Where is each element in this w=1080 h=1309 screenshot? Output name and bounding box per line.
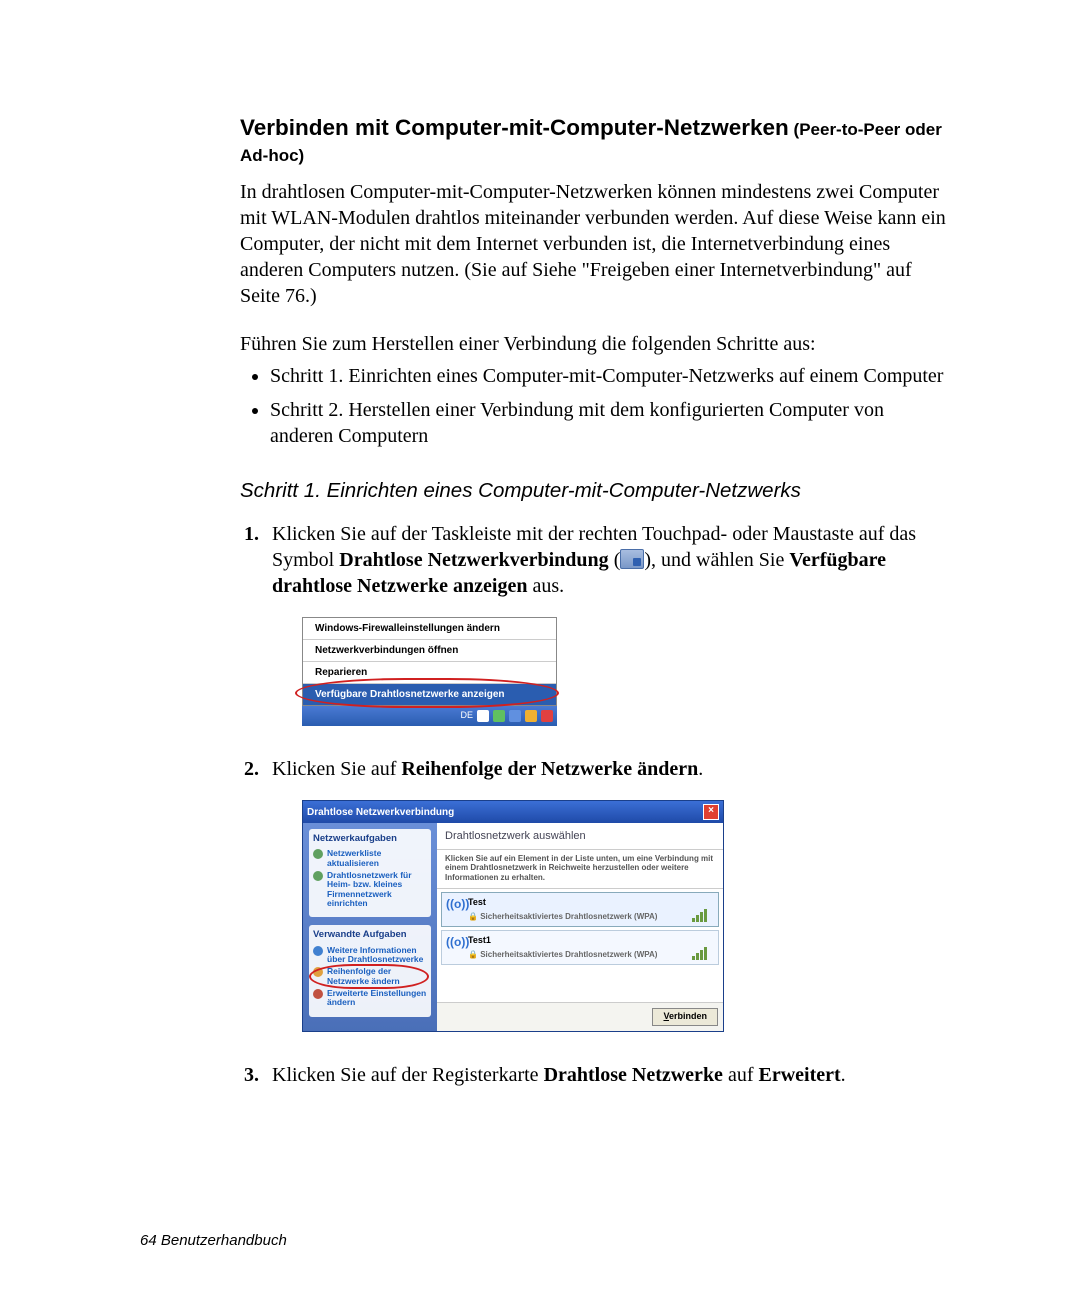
- signal-bars-icon: [692, 946, 714, 960]
- connect-button[interactable]: Verbinden: [652, 1008, 718, 1026]
- dialog-footer: Verbinden: [437, 1002, 723, 1031]
- network-icon: [313, 871, 323, 881]
- network-security: 🔒 Sicherheitsaktiviertes Drahtlosnetzwer…: [468, 950, 686, 960]
- sidebar-link-setup[interactable]: Drahtlosnetzwerk für Heim- bzw. kleines …: [313, 871, 427, 908]
- menu-item[interactable]: Windows-Firewalleinstellungen ändern: [303, 618, 556, 640]
- network-name: Test1: [468, 935, 686, 947]
- tray-icon[interactable]: [477, 710, 489, 722]
- network-list: ((o)) Test 🔒 Sicherheitsaktiviertes Drah…: [437, 889, 723, 1002]
- dialog-titlebar: Drahtlose Netzwerkverbindung ×: [303, 801, 723, 823]
- wireless-tray-icon: [620, 549, 644, 569]
- steps-list: Klicken Sie auf der Taskleiste mit der r…: [264, 521, 950, 1088]
- menu-item-highlighted[interactable]: Verfügbare Drahtlosnetzwerke anzeigen: [303, 684, 556, 705]
- dialog-title: Drahtlose Netzwerkverbindung: [307, 806, 454, 819]
- sidebar-section-title: Netzwerkaufgaben: [313, 833, 427, 845]
- section-heading: Verbinden mit Computer-mit-Computer-Netz…: [240, 115, 950, 167]
- sidebar-link-reorder[interactable]: Reihenfolge der Netzwerke ändern: [313, 967, 427, 986]
- menu-item[interactable]: Netzwerkverbindungen öffnen: [303, 640, 556, 662]
- dialog-main: Drahtlosnetzwerk auswählen Klicken Sie a…: [437, 823, 723, 1031]
- signal-bars-icon: [692, 908, 714, 922]
- bullet-item: Schritt 2. Herstellen einer Verbindung m…: [270, 397, 950, 449]
- tray-icon[interactable]: [525, 710, 537, 722]
- heading-main: Verbinden mit Computer-mit-Computer-Netz…: [240, 115, 789, 140]
- page-footer: 64 Benutzerhandbuch: [140, 1232, 287, 1249]
- step-3: Klicken Sie auf der Registerkarte Drahtl…: [264, 1062, 950, 1088]
- subsection-heading: Schritt 1. Einrichten eines Computer-mit…: [240, 479, 950, 503]
- step-2: Klicken Sie auf Reihenfolge der Netzwerk…: [264, 756, 950, 1032]
- overview-bullets: Schritt 1. Einrichten eines Computer-mit…: [270, 363, 950, 449]
- star-icon: [313, 967, 323, 977]
- network-item[interactable]: ((o)) Test1 🔒 Sicherheitsaktiviertes Dra…: [441, 930, 719, 965]
- sidebar-section-title: Verwandte Aufgaben: [313, 929, 427, 941]
- lock-icon: 🔒: [468, 912, 478, 921]
- sidebar-section: Verwandte Aufgaben Weitere Informationen…: [309, 925, 431, 1016]
- wireless-icon: ((o)): [446, 935, 462, 951]
- lock-icon: 🔒: [468, 950, 478, 959]
- tray-icon[interactable]: [541, 710, 553, 722]
- network-security: 🔒 Sicherheitsaktiviertes Drahtlosnetzwer…: [468, 912, 686, 922]
- context-menu: Windows-Firewalleinstellungen ändern Net…: [302, 617, 557, 706]
- sidebar-link-advanced[interactable]: Erweiterte Einstellungen ändern: [313, 989, 427, 1008]
- wireless-icon: ((o)): [446, 897, 462, 913]
- network-name: Test: [468, 897, 686, 909]
- screenshot-wireless-dialog: Drahtlose Netzwerkverbindung × Netzwerka…: [302, 800, 724, 1032]
- gear-icon: [313, 989, 323, 999]
- sidebar-link-info[interactable]: Weitere Informationen über Drahtlosnetzw…: [313, 946, 427, 965]
- menu-item[interactable]: Reparieren: [303, 662, 556, 684]
- step-1: Klicken Sie auf der Taskleiste mit der r…: [264, 521, 950, 726]
- main-subtext: Klicken Sie auf ein Element in der Liste…: [437, 850, 723, 889]
- tray-icon[interactable]: [509, 710, 521, 722]
- screenshot-context-menu: Windows-Firewalleinstellungen ändern Net…: [302, 617, 557, 726]
- taskbar: DE: [302, 706, 557, 726]
- sidebar-link-refresh[interactable]: Netzwerkliste aktualisieren: [313, 849, 427, 868]
- tray-icon[interactable]: [493, 710, 505, 722]
- intro-paragraph: In drahtlosen Computer-mit-Computer-Netz…: [240, 179, 950, 309]
- intro-paragraph-2: Führen Sie zum Herstellen einer Verbindu…: [240, 331, 950, 357]
- network-item[interactable]: ((o)) Test 🔒 Sicherheitsaktiviertes Drah…: [441, 892, 719, 927]
- refresh-icon: [313, 849, 323, 859]
- info-icon: [313, 946, 323, 956]
- language-indicator[interactable]: DE: [460, 710, 473, 722]
- sidebar-section: Netzwerkaufgaben Netzwerkliste aktualisi…: [309, 829, 431, 917]
- main-heading: Drahtlosnetzwerk auswählen: [437, 823, 723, 850]
- close-button[interactable]: ×: [703, 804, 719, 820]
- bullet-item: Schritt 1. Einrichten eines Computer-mit…: [270, 363, 950, 389]
- dialog-sidebar: Netzwerkaufgaben Netzwerkliste aktualisi…: [303, 823, 437, 1031]
